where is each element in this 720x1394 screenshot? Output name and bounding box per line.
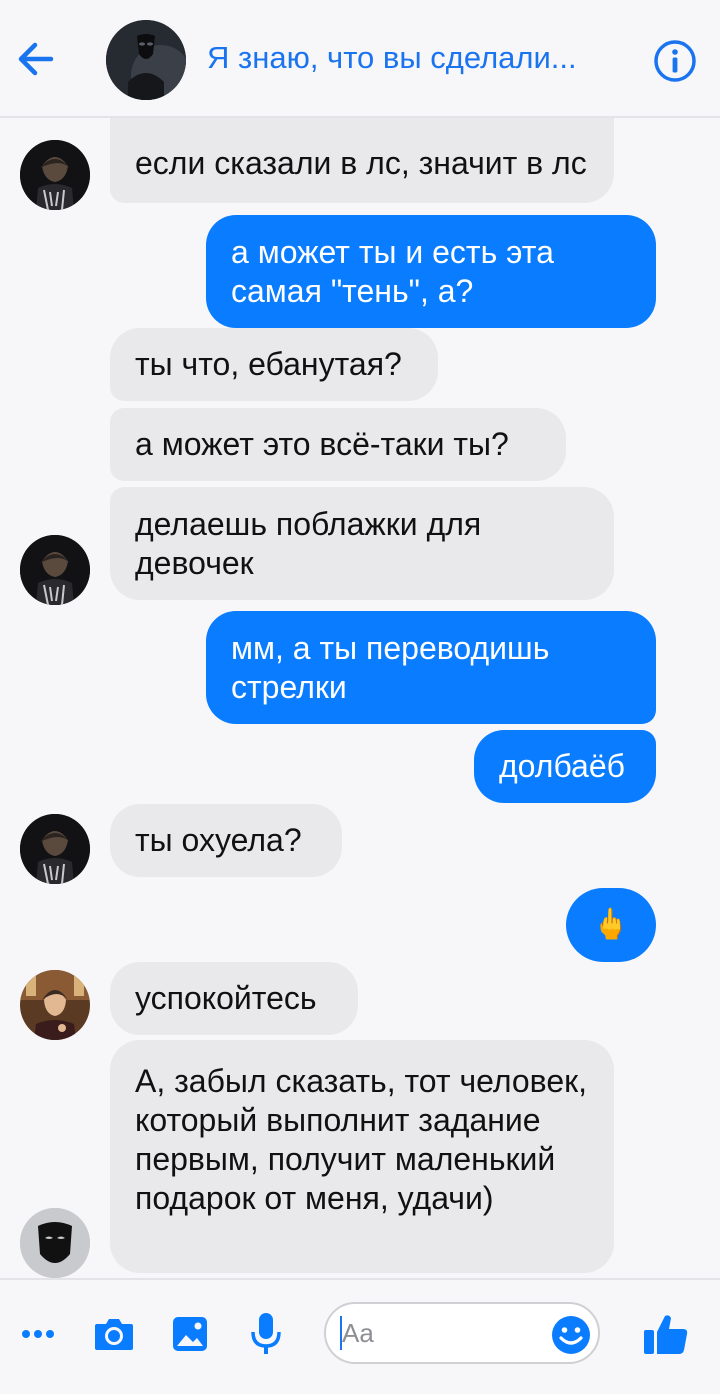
camera-button[interactable] (90, 1310, 138, 1358)
message-text: мм, а ты переводишь стрелки (231, 629, 550, 705)
thumbs-up-icon (644, 1315, 688, 1354)
message-incoming[interactable]: А, забыл сказать, тот человек, который в… (110, 1040, 614, 1273)
message-text: ты что, ебанутая? (135, 346, 402, 382)
text-cursor (340, 1316, 342, 1350)
message-incoming[interactable]: делаешь поблажки для девочек (110, 487, 614, 600)
more-icon (22, 1330, 54, 1338)
message-text: долбаёб (499, 748, 625, 784)
emoji-button[interactable] (548, 1312, 594, 1358)
info-icon (654, 40, 696, 82)
sender-avatar[interactable] (20, 535, 90, 605)
message-text: а может ты и есть эта самая "тень", а? (231, 233, 554, 309)
voice-button[interactable] (242, 1308, 290, 1358)
sender-avatar[interactable] (20, 140, 90, 210)
middle-finger-emoji: 🖕 (592, 908, 630, 941)
sender-avatar[interactable] (20, 970, 90, 1040)
message-incoming[interactable]: если сказали в лс, значит в лс (110, 118, 614, 203)
message-outgoing[interactable]: мм, а ты переводишь стрелки (206, 611, 656, 724)
gallery-button[interactable] (166, 1310, 214, 1358)
microphone-icon (251, 1313, 281, 1354)
message-composer (0, 1278, 720, 1394)
emoji-icon (552, 1316, 590, 1354)
message-text: успокойтесь (135, 980, 317, 1016)
chat-header: Я знаю, что вы сделали... (0, 0, 720, 118)
sender-avatar[interactable] (20, 1208, 90, 1278)
message-list[interactable]: если сказали в лс, значит в лс а может т… (0, 118, 720, 1278)
message-text: делаешь поблажки для девочек (135, 505, 482, 581)
back-button[interactable] (10, 34, 60, 84)
message-text: ты охуела? (135, 822, 302, 858)
message-incoming[interactable]: а может это всё-таки ты? (110, 408, 566, 481)
camera-icon (95, 1319, 133, 1350)
conversation-avatar[interactable] (106, 20, 186, 100)
image-icon (173, 1317, 207, 1351)
message-incoming[interactable]: успокойтесь (110, 962, 358, 1035)
message-text: а может это всё-таки ты? (135, 426, 509, 462)
info-button[interactable] (652, 38, 698, 84)
message-incoming[interactable]: ты что, ебанутая? (110, 328, 438, 401)
message-outgoing[interactable]: а может ты и есть эта самая "тень", а? (206, 215, 656, 328)
message-incoming[interactable]: ты охуела? (110, 804, 342, 877)
arrow-left-icon (18, 42, 54, 76)
message-outgoing[interactable]: 🖕 (566, 888, 656, 962)
more-button[interactable] (16, 1312, 60, 1356)
message-text: если сказали в лс, значит в лс (135, 145, 587, 181)
conversation-title[interactable]: Я знаю, что вы сделали... (207, 40, 637, 76)
message-text: А, забыл сказать, тот человек, который в… (135, 1063, 587, 1216)
like-button[interactable] (638, 1308, 694, 1360)
sender-avatar[interactable] (20, 814, 90, 884)
message-outgoing[interactable]: долбаёб (474, 730, 656, 803)
